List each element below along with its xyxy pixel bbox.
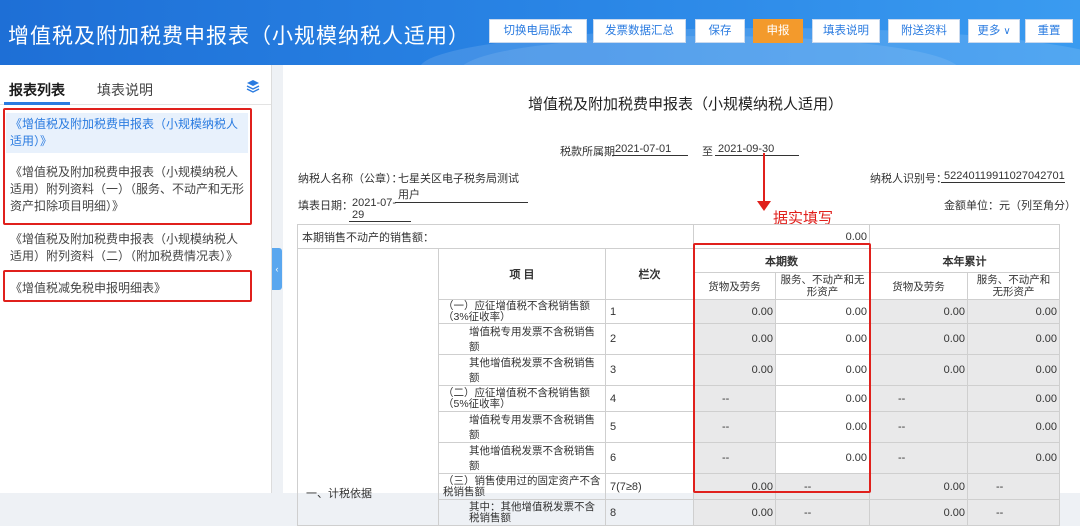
highlight-box [3,108,252,225]
col-header-ytd: 本年累计 [869,248,1060,273]
ytd-goods-cell: -- [869,442,968,474]
tab-instructions[interactable]: 填表说明 [97,80,153,100]
more-label: 更多 [977,25,1001,37]
instructions-button[interactable]: 填表说明 [812,19,880,43]
fill-date-label: 填表日期： [298,200,353,212]
ytd-services-cell: 0.00 [967,411,1060,443]
taxpayer-id-label: 纳税人识别号： [870,173,947,185]
col-header-row-no: 栏次 [605,248,694,300]
period-label: 税款所属期 [560,146,615,158]
current-services-cell: -- [775,499,870,526]
current-goods-cell[interactable]: 0.00 [693,499,776,526]
layers-icon[interactable] [246,79,260,93]
row-number: 6 [605,442,694,474]
row-label: （一）应征增值税不含税销售额（3%征收率） [438,299,606,324]
taxpayer-id-field[interactable]: 52240119911027042701 [941,170,1065,183]
annotation-arrow-head [757,201,771,211]
attachments-button[interactable]: 附送资料 [888,19,960,43]
collapse-sidebar-toggle[interactable]: ‹ [272,248,282,290]
ytd-goods-cell: 0.00 [869,354,968,386]
row-number: 5 [605,411,694,443]
row-number: 7(7≥8) [605,473,694,500]
highlight-box [3,270,252,302]
invoice-summary-button[interactable]: 发票数据汇总 [593,19,686,43]
ytd-goods-cell: -- [869,385,968,412]
ytd-services-cell: 0.00 [967,385,1060,412]
row-number: 1 [605,299,694,324]
highlight-box [693,243,871,493]
unsold-property-label: 本期销售不动产的销售额： [297,224,694,249]
declare-button[interactable]: 申报 [753,19,803,43]
empty-cell [297,248,439,300]
form-title: 增值税及附加税费申报表（小规模纳税人适用） [528,96,844,113]
amount-unit-label: 金额单位：元（列至角分） [944,200,1076,212]
declaration-table: 本期销售不动产的销售额： 0.00 项 目 栏次 本期数 本年累计 货物及劳务 … [297,224,1060,526]
col-header-services: 服务、不动产和无形资产 [967,272,1060,300]
row-label: 其他增值税发票不含税销售额 [438,354,606,386]
empty-cell [869,224,1060,249]
ytd-goods-cell: 0.00 [869,473,968,500]
app-title: 增值税及附加税费申报表（小规模纳税人适用） [8,25,470,48]
tab-report-list[interactable]: 报表列表 [9,80,65,100]
sidebar-item-appendix-2[interactable]: 《增值税及附加税费申报表（小规模纳税人适用）附列资料（二）（附加税费情况表）》 [6,229,248,267]
chevron-down-icon: ∨ [1003,26,1011,37]
ytd-services-cell: -- [967,499,1060,526]
sidebar-tabs: 报表列表 填表说明 [0,65,271,105]
ytd-services-cell: -- [967,473,1060,500]
ytd-services-cell: 0.00 [967,354,1060,386]
taxpayer-name-field[interactable]: 七星关区电子税务局测试用户 [395,170,528,203]
reset-button[interactable]: 重置 [1025,19,1073,43]
period-separator: 至 [702,146,713,158]
ytd-goods-cell: 0.00 [869,499,968,526]
switch-version-button[interactable]: 切换电局版本 [489,19,587,43]
row-label: （二）应征增值税不含税销售额（5%征收率） [438,385,606,412]
ytd-services-cell: 0.00 [967,323,1060,355]
col-header-goods: 货物及劳务 [869,272,968,300]
row-number: 4 [605,385,694,412]
row-label: 增值税专用发票不含税销售额 [438,411,606,443]
period-end-field[interactable]: 2021-09-30 [715,143,799,156]
group-label: 一、计税依据 [297,299,439,526]
row-label: 其他增值税发票不含税销售额 [438,442,606,474]
taxpayer-name-label: 纳税人名称（公章）： [298,173,403,185]
ytd-services-cell: 0.00 [967,299,1060,324]
save-button[interactable]: 保存 [695,19,745,43]
ytd-goods-cell: -- [869,411,968,443]
ytd-services-cell: 0.00 [967,442,1060,474]
row-number: 8 [605,499,694,526]
ytd-goods-cell: 0.00 [869,299,968,324]
app-header: 增值税及附加税费申报表（小规模纳税人适用） 切换电局版本 发票数据汇总 保存 申… [0,0,1080,65]
row-label: 增值税专用发票不含税销售额 [438,323,606,355]
period-start-field[interactable]: 2021-07-01 [612,143,688,156]
col-header-item: 项 目 [438,248,606,300]
row-label: （三）销售使用过的固定资产不含税销售额 [438,473,606,500]
row-label: 其中：其他增值税发票不含税销售额 [438,499,606,526]
table-row: 一、计税依据 （一）应征增值税不含税销售额（3%征收率） 1 0.00 0.00… [297,299,1060,526]
more-button[interactable]: 更多 ∨ [968,19,1020,43]
active-tab-indicator [4,102,70,105]
fill-date-field[interactable]: 2021-07-29 [349,197,411,222]
row-number: 3 [605,354,694,386]
annotation-arrow [763,153,765,205]
ytd-goods-cell: 0.00 [869,323,968,355]
row-number: 2 [605,323,694,355]
